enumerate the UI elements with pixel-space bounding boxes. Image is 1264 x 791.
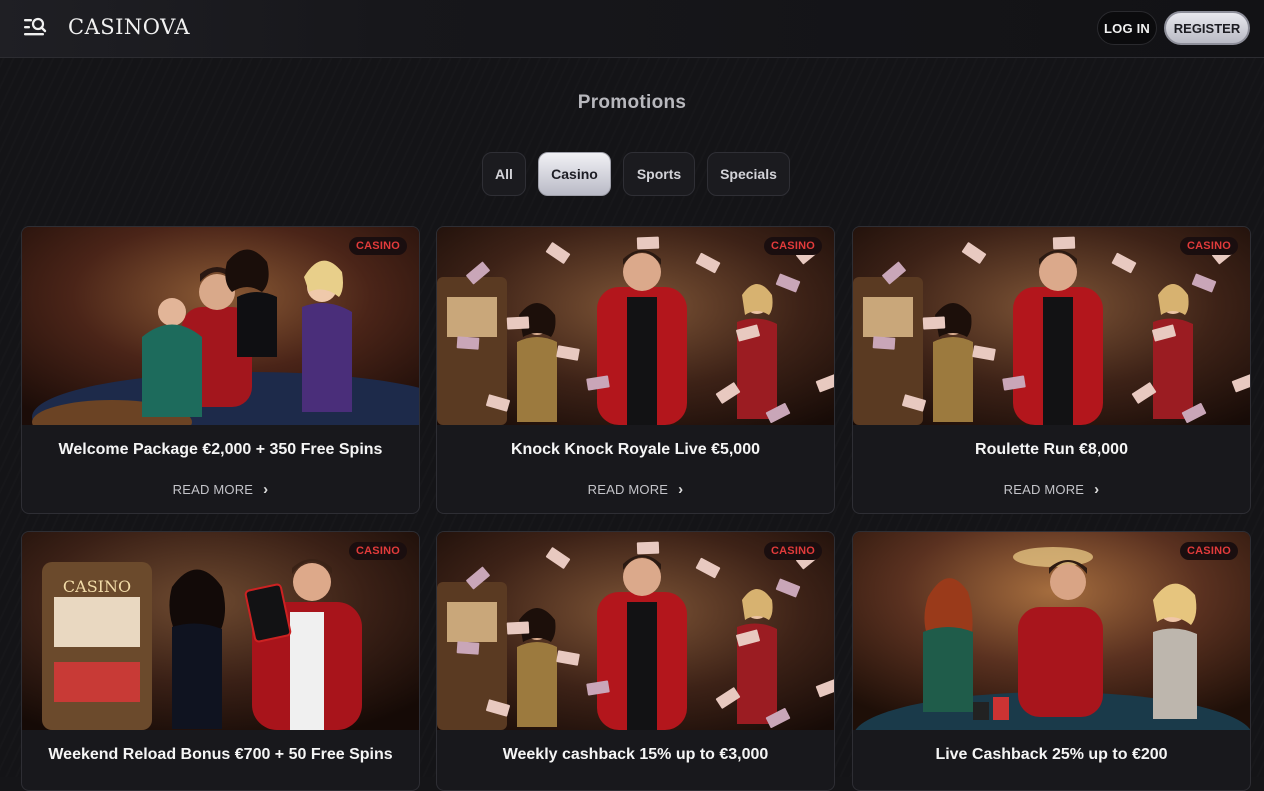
category-badge: CASINO xyxy=(349,237,407,255)
chevron-right-icon: › xyxy=(263,481,269,498)
category-badge: CASINO xyxy=(1180,542,1238,560)
promo-image xyxy=(437,227,834,425)
promo-title: Live Cashback 25% up to €200 xyxy=(935,746,1168,763)
filter-casino[interactable]: Casino xyxy=(538,152,611,196)
read-more-label: READ MORE xyxy=(172,482,254,497)
promo-title: Knock Knock Royale Live €5,000 xyxy=(511,441,760,458)
read-more-link[interactable]: READ MORE › xyxy=(853,481,1250,498)
read-more-label: READ MORE xyxy=(1003,482,1085,497)
read-more-label: READ MORE xyxy=(587,482,669,497)
category-badge: CASINO xyxy=(764,237,822,255)
promo-card[interactable]: CASINO Roulette Run €8,000 READ MORE › xyxy=(852,226,1251,514)
promo-card[interactable]: CASINO Weekly cashback 15% up to €3,000 … xyxy=(436,531,835,791)
promo-title: Roulette Run €8,000 xyxy=(975,441,1128,458)
promo-image-wrapper[interactable]: CASINO xyxy=(437,532,834,730)
register-button[interactable]: REGISTER xyxy=(1164,11,1250,45)
promo-image: CASINO xyxy=(22,532,419,730)
read-more-link[interactable]: READ MORE › xyxy=(22,481,419,498)
read-more-label: READ MORE xyxy=(173,787,254,790)
chevron-right-icon: › xyxy=(1094,481,1100,498)
menu-search-icon[interactable] xyxy=(22,16,48,40)
page-title: Promotions xyxy=(577,92,687,113)
promo-card[interactable]: CASINO Knock Knock Royale Live €5,000 RE… xyxy=(436,226,835,514)
promo-image-wrapper[interactable]: CASINO xyxy=(22,227,419,425)
promo-image xyxy=(853,227,1250,425)
promo-image-wrapper[interactable]: CASINO xyxy=(437,227,834,425)
read-more-link[interactable]: READ MORE › xyxy=(437,786,834,790)
filter-all[interactable]: All xyxy=(482,152,526,196)
promo-image-wrapper[interactable]: CASINO CASINO xyxy=(22,532,419,730)
promo-image xyxy=(853,532,1250,730)
promo-title: Welcome Package €2,000 + 350 Free Spins xyxy=(58,441,383,458)
promotion-filters: All Casino Sports Specials xyxy=(0,152,1264,196)
category-badge: CASINO xyxy=(1180,237,1238,255)
promo-card[interactable]: CASINO Welcome Package €2,000 + 350 Free… xyxy=(21,226,420,514)
promo-image xyxy=(437,532,834,730)
svg-text:CASINO: CASINO xyxy=(63,577,131,596)
read-more-label: READ MORE xyxy=(1004,787,1085,790)
category-badge: CASINO xyxy=(349,542,407,560)
promo-title: Weekly cashback 15% up to €3,000 xyxy=(502,746,769,763)
chevron-right-icon: › xyxy=(263,786,268,790)
category-badge: CASINO xyxy=(764,542,822,560)
chevron-right-icon: › xyxy=(678,786,683,790)
read-more-label: READ MORE xyxy=(588,787,669,790)
login-button[interactable]: LOG IN xyxy=(1097,11,1157,45)
promo-image xyxy=(22,227,419,425)
filter-specials[interactable]: Specials xyxy=(707,152,790,196)
filter-sports[interactable]: Sports xyxy=(623,152,695,196)
promo-card[interactable]: CASINO Live Cashback 25% up to €200 READ… xyxy=(852,531,1251,791)
promo-image-wrapper[interactable]: CASINO xyxy=(853,532,1250,730)
promo-card[interactable]: CASINO CASINO Weekend Reload Bonus €700 … xyxy=(21,531,420,791)
read-more-link[interactable]: READ MORE › xyxy=(853,786,1250,790)
brand-logo[interactable]: CASINOVA xyxy=(68,15,190,43)
chevron-right-icon: › xyxy=(1094,786,1099,790)
chevron-right-icon: › xyxy=(678,481,684,498)
promo-image-wrapper[interactable]: CASINO xyxy=(853,227,1250,425)
promo-title: Weekend Reload Bonus €700 + 50 Free Spin… xyxy=(48,746,393,763)
read-more-link[interactable]: READ MORE › xyxy=(437,481,834,498)
top-header: CASINOVA LOG IN REGISTER xyxy=(0,0,1264,58)
read-more-link[interactable]: READ MORE › xyxy=(22,786,419,790)
